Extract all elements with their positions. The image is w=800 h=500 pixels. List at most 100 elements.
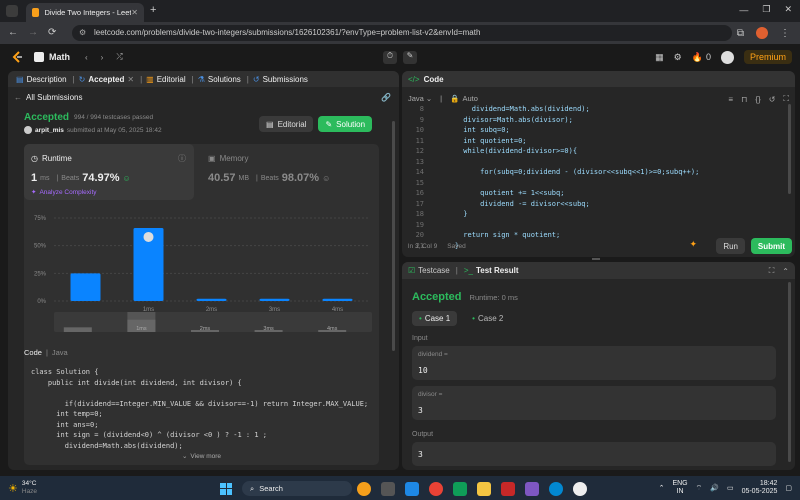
site-info-icon[interactable]: ⚙ [79, 25, 86, 41]
editor-line[interactable]: 10 int subq=0; [402, 125, 792, 136]
left-scrollbar[interactable] [392, 121, 395, 351]
notes-icon[interactable]: ✎ [403, 51, 417, 64]
chart-bar[interactable] [259, 298, 290, 301]
back-arrow-icon[interactable]: ← [8, 27, 18, 38]
close-tab-icon[interactable]: ✕ [131, 8, 138, 17]
layout-icon[interactable]: ▦ [655, 52, 664, 63]
resize-handle[interactable] [592, 258, 600, 260]
user-avatar[interactable] [720, 50, 734, 64]
solution-button[interactable]: ✎ Solution [318, 116, 373, 132]
editor-line[interactable]: 17 dividend -= divisor<<subq; [402, 199, 792, 210]
auto-mode-toggle[interactable]: 🔒 Auto [450, 94, 478, 103]
editor-line[interactable]: 18 } [402, 209, 792, 220]
new-tab-button[interactable]: + [150, 4, 156, 16]
case-2-tab[interactable]: • Case 2 [465, 311, 510, 326]
share-link-icon[interactable]: 🔗 [381, 93, 391, 102]
debug-icon[interactable]: ✦ [689, 239, 697, 250]
terminal-app-icon[interactable] [453, 481, 467, 496]
taskbar-search-box[interactable]: ⌕ Search [242, 481, 352, 496]
all-submissions-link[interactable]: ← All Submissions [14, 93, 82, 102]
restore-icon[interactable]: ❐ [762, 4, 770, 15]
notification-icon[interactable]: ▢ [785, 484, 792, 492]
username[interactable]: arpit_mis [35, 127, 64, 134]
tab-testcase[interactable]: ☑ Testcase [408, 266, 450, 275]
bookmark-icon[interactable]: ⊓ [741, 95, 747, 104]
editor-line[interactable]: 12 while(dividend-divisor>=0){ [402, 146, 792, 157]
tab-menu-button[interactable] [6, 5, 18, 17]
prev-problem-icon[interactable]: ‹ [85, 53, 88, 62]
task-view-icon[interactable] [381, 481, 395, 496]
case-1-tab[interactable]: • Case 1 [412, 311, 458, 326]
editor-line[interactable]: 9 divisor=Math.abs(divisor); [402, 115, 792, 126]
braces-icon[interactable]: {} [755, 95, 760, 104]
wifi-icon[interactable]: ⌔ [696, 484, 703, 493]
tab-submissions[interactable]: ↺ Submissions [253, 75, 308, 84]
editor-line[interactable]: 11 int quotient=0; [402, 136, 792, 147]
clock[interactable]: 18:42 05-05-2025 [742, 480, 778, 496]
view-more-button[interactable]: ⌄ View more [24, 452, 379, 461]
browser-tab[interactable]: Divide Two Integers - LeetCode ✕ [26, 3, 144, 22]
collapse-icon[interactable]: ⌃ [782, 267, 789, 276]
editor-line[interactable]: 14 for(subq=0;dividend - (divisor<<subq<… [402, 167, 792, 178]
copilot-icon[interactable] [357, 481, 371, 496]
file-explorer-icon[interactable] [477, 481, 491, 496]
analyze-complexity-link[interactable]: ✦ Analyze Complexity [31, 188, 97, 197]
chart-bar[interactable] [70, 273, 101, 301]
format-icon[interactable]: ≡ [728, 95, 733, 104]
chart-bar[interactable] [196, 298, 227, 301]
profile-avatar[interactable] [756, 27, 768, 39]
editor-line[interactable]: 15 [402, 178, 792, 189]
language-select[interactable]: Java ⌄ [408, 94, 432, 103]
fullscreen-icon[interactable]: ⛶ [783, 94, 789, 104]
url-input[interactable]: ⚙ leetcode.com/problems/divide-two-integ… [72, 25, 732, 41]
editor-code-area[interactable]: 8 dividend=Math.abs(dividend); 9 divisor=… [402, 104, 792, 251]
weather-widget[interactable]: ☀ 34°C Haze [8, 480, 37, 496]
reset-icon[interactable]: ↺ [769, 95, 776, 104]
tray-chevron-icon[interactable]: ⌃ [659, 484, 665, 492]
minimize-icon[interactable]: — [739, 5, 748, 15]
settings-gear-icon[interactable]: ⚙ [674, 52, 682, 63]
close-tab-icon[interactable]: ✕ [127, 75, 134, 84]
reload-icon[interactable]: ⟳ [48, 27, 56, 38]
chart-bar[interactable] [322, 298, 353, 301]
window-close-icon[interactable]: ✕ [784, 4, 792, 15]
editor-line[interactable]: 13 [402, 157, 792, 168]
submit-button[interactable]: Submit [750, 238, 792, 254]
tab-description[interactable]: ▤ Description [16, 75, 67, 84]
editor-line[interactable]: 19 [402, 220, 792, 231]
shuffle-icon[interactable]: ⤮ [116, 52, 122, 62]
forward-arrow-icon[interactable]: → [28, 27, 38, 38]
slider-track[interactable] [54, 312, 372, 332]
app-icon[interactable] [573, 481, 587, 496]
problem-list-title[interactable]: Math [49, 52, 70, 62]
editor-line[interactable]: 8 dividend=Math.abs(dividend); [402, 104, 792, 115]
runtime-card[interactable]: ◷ Runtime ⓘ 1 ms | Beats 74.97% ☺ ✦ Anal… [24, 144, 194, 200]
chart-range-slider[interactable]: 1ms 2ms 3ms 4ms [54, 312, 372, 332]
leetcode-logo-icon[interactable] [12, 51, 24, 63]
mcafee-icon[interactable] [501, 481, 515, 496]
premium-button[interactable]: Premium [743, 50, 792, 64]
tab-accepted[interactable]: ↻ Accepted ✕ [79, 75, 134, 84]
edge-icon[interactable] [549, 481, 563, 496]
editorial-button[interactable]: ▤ Editorial [259, 116, 314, 132]
tab-solutions[interactable]: ⚗ Solutions [198, 75, 241, 84]
run-button[interactable]: Run [716, 238, 745, 254]
next-problem-icon[interactable]: › [101, 53, 104, 62]
coins-counter[interactable]: 🔥 0 [692, 52, 711, 63]
extensions-icon[interactable]: ⧉ [737, 28, 744, 39]
info-icon[interactable]: ⓘ [178, 153, 186, 164]
tab-test-result[interactable]: >_ Test Result [464, 266, 519, 275]
language-indicator[interactable]: ENG IN [672, 480, 687, 496]
battery-icon[interactable]: ▭ [727, 484, 734, 492]
windows-start-icon[interactable] [220, 482, 232, 495]
memory-card[interactable]: ▣ Memory 40.57 MB | Beats 98.07% ☺ [208, 154, 330, 184]
editor-line[interactable]: 16 quotient += 1<<subq; [402, 188, 792, 199]
expand-icon[interactable]: ⛶ [769, 266, 775, 276]
vscode-icon[interactable] [405, 481, 419, 496]
volume-icon[interactable]: 🔊 [710, 484, 719, 492]
browser-menu-icon[interactable]: ⋮ [780, 28, 790, 39]
result-scrollbar[interactable] [788, 282, 791, 462]
store-icon[interactable] [525, 481, 539, 496]
timer-icon[interactable]: ⏱ [383, 51, 397, 64]
user-avatar[interactable] [24, 126, 32, 134]
